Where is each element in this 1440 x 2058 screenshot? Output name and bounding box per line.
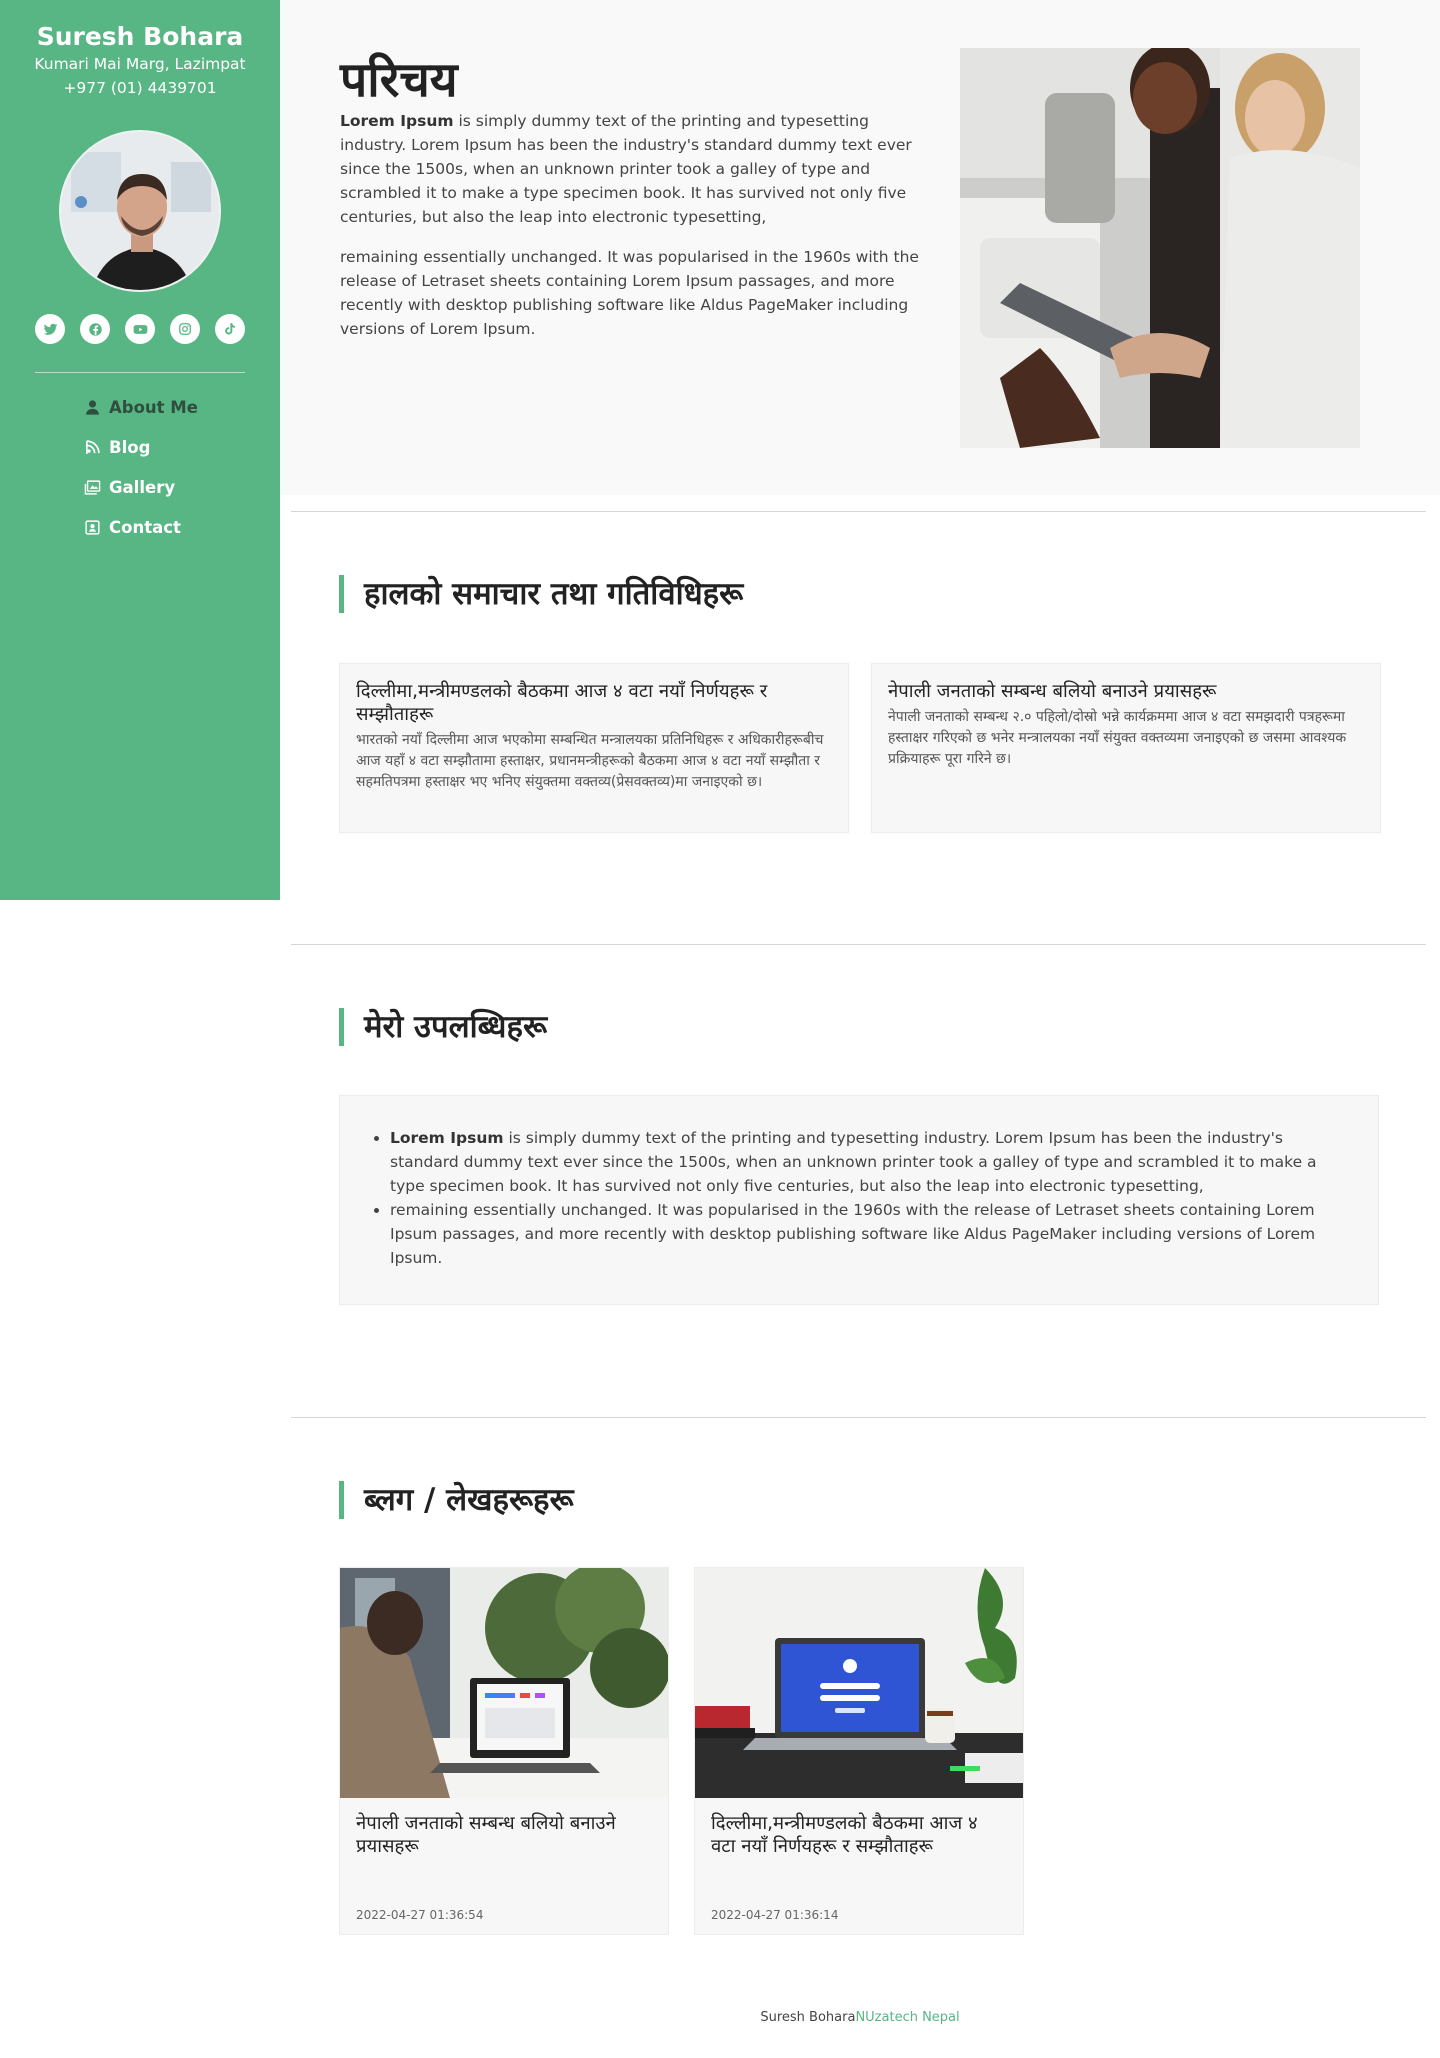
- list-item: remaining essentially unchanged. It was …: [390, 1198, 1348, 1270]
- achievements-list: Lorem Ipsum is simply dummy text of the …: [390, 1126, 1348, 1270]
- nav-label: Contact: [109, 517, 181, 537]
- youtube-icon[interactable]: [125, 314, 155, 344]
- news-card-title: दिल्लीमा,मन्त्रीमण्डलको बैठकमा आज ४ वटा …: [356, 681, 768, 725]
- section-divider: [291, 944, 1426, 945]
- hero-paragraph-1: Lorem Ipsum is simply dummy text of the …: [340, 109, 940, 229]
- hero-paragraph-2: remaining essentially unchanged. It was …: [340, 248, 919, 338]
- blog-section-title: ब्लग / लेखहरूहरू: [339, 1481, 574, 1519]
- nav-item-about-me[interactable]: About Me: [84, 387, 280, 427]
- list-item-text: is simply dummy text of the printing and…: [390, 1129, 1317, 1195]
- blog-icon: [85, 439, 100, 454]
- achievements-box: Lorem Ipsum is simply dummy text of the …: [339, 1095, 1379, 1305]
- blog-card[interactable]: दिल्लीमा,मन्त्रीमण्डलको बैठकमा आज ४ वटा …: [694, 1567, 1024, 1935]
- blog-card[interactable]: नेपाली जनताको सम्बन्ध बलियो बनाउने प्रया…: [339, 1567, 669, 1935]
- avatar: [59, 130, 221, 292]
- blog-title: नेपाली जनताको सम्बन्ध बलियो बनाउने प्रया…: [356, 1813, 616, 1857]
- nav-label: Blog: [109, 437, 151, 457]
- hero-text: Lorem Ipsum is simply dummy text of the …: [340, 109, 940, 357]
- twitter-icon[interactable]: [35, 314, 65, 344]
- hero-image: [960, 48, 1360, 448]
- news-card[interactable]: नेपाली जनताको सम्बन्ध बलियो बनाउने प्रया…: [871, 663, 1381, 833]
- news-card-title: नेपाली जनताको सम्बन्ध बलियो बनाउने प्रया…: [888, 681, 1217, 702]
- gallery-icon: [84, 479, 101, 495]
- news-card[interactable]: दिल्लीमा,मन्त्रीमण्डलको बैठकमा आज ४ वटा …: [339, 663, 849, 833]
- profile-name: Suresh Bohara: [36, 22, 244, 51]
- instagram-icon[interactable]: [170, 314, 200, 344]
- social-links: [0, 314, 280, 344]
- user-icon: [86, 399, 99, 415]
- list-item: Lorem Ipsum is simply dummy text of the …: [390, 1126, 1348, 1198]
- footer-name: Suresh Bohara: [760, 2010, 856, 2025]
- list-item-text: remaining essentially unchanged. It was …: [390, 1201, 1316, 1267]
- sidebar-nav: About Me Blog Gallery Contact: [0, 387, 280, 547]
- nav-item-gallery[interactable]: Gallery: [84, 467, 280, 507]
- blog-image: [695, 1568, 1023, 1798]
- sidebar: Suresh Bohara Kumari Mai Marg, Lazimpat …: [0, 0, 280, 900]
- nav-label: About Me: [109, 397, 198, 417]
- profile-address: Kumari Mai Marg, Lazimpat: [34, 55, 246, 73]
- hero-bold: Lorem Ipsum: [340, 112, 454, 130]
- blog-date: 2022-04-27 01:36:14: [711, 1908, 839, 1922]
- nav-item-blog[interactable]: Blog: [84, 427, 280, 467]
- news-card-text: नेपाली जनताको सम्बन्ध २.० पहिलो/दोस्रो भ…: [888, 709, 1347, 767]
- nav-item-contact[interactable]: Contact: [84, 507, 280, 547]
- news-section-title: हालको समाचार तथा गतिविधिहरू: [339, 575, 743, 613]
- main-content: परिचय Lorem Ipsum is simply dummy text o…: [280, 0, 1440, 2025]
- blog-title: दिल्लीमा,मन्त्रीमण्डलको बैठकमा आज ४ वटा …: [711, 1813, 978, 1857]
- footer: Suresh BoharaNUzatech Nepal: [280, 2010, 1440, 2025]
- blog-image: [340, 1568, 668, 1798]
- list-item-bold: Lorem Ipsum: [390, 1129, 504, 1147]
- hero-section: परिचय Lorem Ipsum is simply dummy text o…: [280, 0, 1440, 495]
- section-divider: [291, 511, 1426, 512]
- achievements-section-title: मेरो उपलब्धिहरू: [339, 1008, 547, 1046]
- section-divider: [291, 1417, 1426, 1418]
- tiktok-icon[interactable]: [215, 314, 245, 344]
- footer-link[interactable]: NUzatech Nepal: [855, 2010, 959, 2025]
- nav-label: Gallery: [109, 477, 176, 497]
- news-card-text: भारतको नयाँ दिल्लीमा आज भएकोमा सम्बन्धित…: [356, 732, 824, 790]
- profile-phone: +977 (01) 4439701: [63, 79, 217, 97]
- sidebar-divider: [35, 372, 245, 373]
- hero-title: परिचय: [340, 52, 458, 108]
- contact-icon: [85, 519, 100, 535]
- facebook-icon[interactable]: [80, 314, 110, 344]
- blog-date: 2022-04-27 01:36:54: [356, 1908, 484, 1922]
